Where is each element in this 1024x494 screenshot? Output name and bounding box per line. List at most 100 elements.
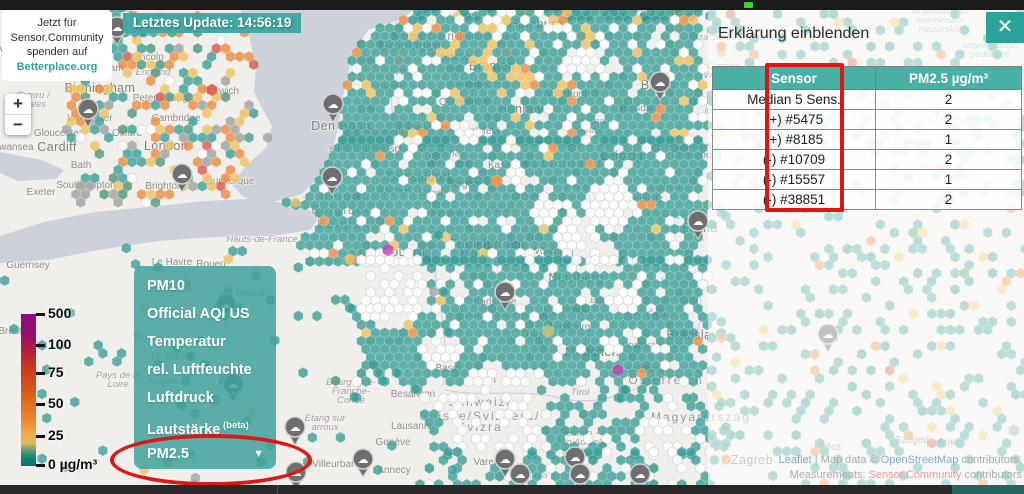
legend-tick	[36, 313, 45, 316]
donation-box: Jetzt für Sensor.Community spenden auf B…	[2, 10, 112, 81]
sensor-table: SensorPM2.5 µg/m³Median 5 Sens.2(+) #547…	[712, 66, 1022, 210]
table-cell: (+) #5475	[713, 110, 876, 130]
svg-text:Bath: Bath	[71, 160, 92, 171]
svg-text:Swansea: Swansea	[0, 142, 34, 153]
sensor-cluster-marker[interactable]: ☁	[353, 449, 373, 477]
browser-bottom-strip	[0, 485, 1024, 494]
leaflet-link[interactable]: Leaflet	[779, 454, 812, 466]
svg-text:Hauts-de-France: Hauts-de-France	[226, 234, 297, 245]
attribution-line2: Measurements: Sensor.Community contribut…	[779, 468, 1022, 483]
cloud-icon: ☁	[570, 452, 581, 464]
table-cell: (-) #15557	[713, 170, 876, 190]
cloud-icon: ☁	[327, 172, 338, 184]
layer-menu: PM10Official AQI USTemperaturrel. Luftfe…	[134, 266, 276, 469]
cloud-icon: ☁	[83, 104, 94, 116]
layer-menu-item-pm10[interactable]: PM10	[134, 272, 276, 300]
svg-text:Tirol: Tirol	[571, 387, 590, 398]
attribution-text2: contributors,	[958, 454, 1022, 466]
cloud-icon: ☁	[693, 216, 704, 228]
sensor-cluster-marker[interactable]: ☁	[285, 417, 305, 445]
svg-text:Exeter: Exeter	[27, 187, 57, 198]
table-row: (-) #155571	[713, 170, 1022, 190]
table-cell: 1	[876, 130, 1022, 150]
cloud-icon: ☁	[328, 99, 339, 111]
legend-tick-label: 0 µg/m³	[48, 456, 97, 472]
legend-tick	[36, 435, 45, 438]
donation-line3: spenden auf	[4, 45, 110, 60]
betterplace-link[interactable]: Betterplace.org	[4, 60, 110, 75]
last-update-badge: Letztes Update: 14:56:19	[123, 13, 301, 33]
table-cell: 2	[876, 110, 1022, 130]
legend-tick-label: 25	[48, 427, 64, 443]
table-cell: 2	[876, 150, 1022, 170]
layer-menu-item-official-aqi-us[interactable]: Official AQI US	[134, 300, 276, 328]
layer-menu-item-luftdruck[interactable]: Luftdruck	[134, 384, 276, 412]
table-header: PM2.5 µg/m³	[876, 67, 1022, 90]
panel-title: Erklärung einblenden	[718, 25, 869, 43]
sensor-community-link[interactable]: Sensor.Community	[869, 469, 962, 481]
table-cell: (-) #38851	[713, 190, 876, 210]
table-cell: 1	[876, 170, 1022, 190]
attribution-text: | Map data ©	[812, 454, 881, 466]
status-dot	[744, 2, 753, 8]
donation-line2: Sensor.Community	[4, 31, 110, 46]
cloud-icon: ☁	[358, 454, 369, 466]
table-cell: 2	[876, 190, 1022, 210]
cloud-icon: ☁	[112, 22, 123, 34]
browser-top-strip	[0, 0, 1024, 10]
bottom-strip-accent	[952, 485, 1024, 494]
map-zoom-control: + −	[5, 94, 31, 135]
legend-gradient-bar	[21, 314, 36, 466]
legend-tick	[36, 403, 45, 406]
chevron-down-icon: ▼	[253, 440, 264, 468]
cloud-icon: ☁	[291, 467, 302, 479]
osm-link[interactable]: OpenStreetMap	[881, 454, 959, 466]
svg-text:Loire: Loire	[107, 379, 128, 390]
table-cell: (+) #8185	[713, 130, 876, 150]
table-cell: 2	[876, 90, 1022, 110]
cloud-icon: ☁	[500, 454, 511, 466]
table-row: (+) #81851	[713, 130, 1022, 150]
table-header: Sensor	[713, 67, 876, 90]
close-icon[interactable]: ✕	[986, 12, 1024, 43]
cloud-icon: ☁	[290, 422, 301, 434]
layer-menu-item-rel-luftfeuchte[interactable]: rel. Luftfeuchte	[134, 356, 276, 384]
last-update-label: Letztes Update:	[133, 15, 234, 30]
table-cell: (-) #10709	[713, 150, 876, 170]
table-cell: Median 5 Sens.	[713, 90, 876, 110]
map-attribution: Leaflet | Map data © OpenStreetMap contr…	[779, 453, 1022, 483]
legend-tick	[36, 344, 45, 347]
bottom-strip-divider	[277, 485, 278, 494]
layer-menu-item-temperatur[interactable]: Temperatur	[134, 328, 276, 356]
legend-tick	[36, 372, 45, 375]
layer-menu-item-lautst-rke[interactable]: Lautstärke (beta)	[134, 412, 276, 440]
legend-tick-label: 75	[48, 364, 64, 380]
table-row: Median 5 Sens.2	[713, 90, 1022, 110]
cloud-icon: ☁	[655, 77, 666, 89]
donation-line1: Jetzt für	[4, 16, 110, 31]
zoom-in-button[interactable]: +	[5, 94, 31, 114]
layer-selected-pm25[interactable]: PM2.5 ▼	[134, 440, 276, 468]
legend-tick-label: 50	[48, 395, 64, 411]
legend-tick-label: 100	[48, 336, 71, 352]
beta-tag: (beta)	[220, 420, 249, 431]
attribution-line1: Leaflet | Map data © OpenStreetMap contr…	[779, 453, 1022, 468]
table-row: (-) #107092	[713, 150, 1022, 170]
table-row: (-) #388512	[713, 190, 1022, 210]
cloud-icon: ☁	[635, 469, 646, 481]
selected-layer-label: PM2.5	[147, 440, 189, 468]
attribution-text3: contributors	[961, 469, 1022, 481]
measurements-label: Measurements:	[790, 469, 869, 481]
legend-tick-label: 500	[48, 305, 71, 321]
cloud-icon: ☁	[575, 469, 586, 481]
cloud-icon: ☁	[500, 287, 511, 299]
last-update-time: 14:56:19	[237, 15, 291, 30]
cloud-icon: ☁	[515, 469, 526, 481]
svg-text:Guernsey: Guernsey	[6, 260, 49, 271]
svg-text:arroux: arroux	[312, 422, 340, 433]
zoom-out-button[interactable]: −	[5, 115, 31, 135]
cloud-icon: ☁	[177, 169, 188, 181]
legend-tick	[36, 464, 45, 467]
table-row: (+) #54752	[713, 110, 1022, 130]
app-root: LeedsHullLiverpoolLincolnNottinghamEngla…	[0, 0, 1024, 494]
